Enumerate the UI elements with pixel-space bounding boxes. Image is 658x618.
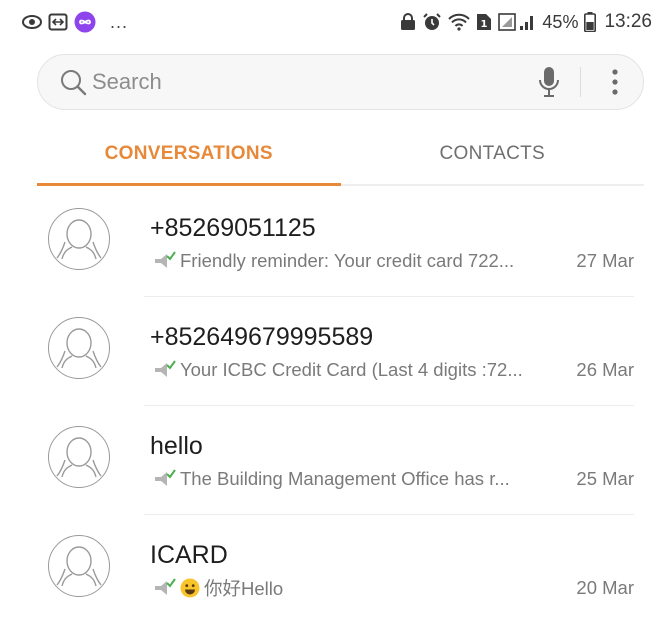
search-icon xyxy=(58,67,88,97)
conversation-date: 26 Mar xyxy=(576,359,634,380)
status-bar: ... 1 45% 13:26 xyxy=(0,0,658,44)
svg-text:1: 1 xyxy=(481,19,488,30)
avatar-placeholder-icon xyxy=(48,208,110,270)
avatar-placeholder-icon xyxy=(48,317,110,379)
clock: 13:26 xyxy=(604,11,652,32)
conversation-preview: 你好Hello xyxy=(204,578,284,599)
conversation-item[interactable]: ICARD 你好Hello 20 Mar xyxy=(0,515,658,618)
search-input[interactable] xyxy=(92,69,532,95)
conversation-preview: The Building Management Office has r... xyxy=(180,468,510,489)
conversation-item[interactable]: +85269051125 Friendly reminder: Your cre… xyxy=(0,188,658,297)
message-sent-icon xyxy=(152,468,176,490)
signal-icon xyxy=(498,13,536,31)
conversation-name: +852649679995589 xyxy=(150,323,374,351)
conversation-preview-row: Friendly reminder: Your credit card 722.… xyxy=(152,248,550,274)
avatar-placeholder-icon xyxy=(48,426,110,488)
conversation-preview: Your ICBC Credit Card (Last 4 digits :72… xyxy=(180,359,523,380)
tab-contacts[interactable]: CONTACTS xyxy=(341,124,645,184)
conversation-name: +85269051125 xyxy=(150,214,316,242)
lock-icon xyxy=(400,13,416,31)
status-left: ... xyxy=(22,11,128,33)
search-bar[interactable] xyxy=(37,54,644,110)
status-right: 1 45% 13:26 xyxy=(400,11,652,33)
message-sent-icon xyxy=(152,250,176,272)
screen-mirror-icon xyxy=(48,13,68,31)
mic-icon[interactable] xyxy=(532,65,566,99)
more-notifications-indicator: ... xyxy=(110,11,129,32)
conversation-date: 27 Mar xyxy=(576,250,634,271)
conversation-list: +85269051125 Friendly reminder: Your cre… xyxy=(0,188,658,618)
messages-screen: ... 1 45% 13:26 Search CONVERSATIONS CON… xyxy=(0,0,658,618)
sim-icon: 1 xyxy=(476,13,492,31)
conversation-name: ICARD xyxy=(150,541,228,569)
conversation-date: 25 Mar xyxy=(576,468,634,489)
conversation-preview-row: The Building Management Office has r... xyxy=(152,466,550,492)
battery-percent: 45% xyxy=(542,11,579,32)
conversation-item[interactable]: hello The Building Management Office has… xyxy=(0,406,658,515)
conversation-date: 20 Mar xyxy=(576,577,634,598)
eye-icon xyxy=(22,15,42,29)
conversation-item[interactable]: +852649679995589 Your ICBC Credit Card (… xyxy=(0,297,658,406)
battery-icon xyxy=(584,12,597,32)
more-vert-icon[interactable] xyxy=(605,65,625,99)
infinity-icon xyxy=(74,11,96,33)
search-divider xyxy=(580,67,581,97)
conversation-name: hello xyxy=(150,432,203,460)
tab-conversations[interactable]: CONVERSATIONS xyxy=(37,124,341,186)
conversation-preview-row: 你好Hello xyxy=(152,575,550,601)
wifi-icon xyxy=(448,13,471,31)
message-sent-icon xyxy=(152,577,176,599)
tab-bar: CONVERSATIONS CONTACTS xyxy=(37,124,644,186)
alarm-icon xyxy=(422,12,442,32)
conversation-preview: Friendly reminder: Your credit card 722.… xyxy=(180,250,515,271)
conversation-preview-row: Your ICBC Credit Card (Last 4 digits :72… xyxy=(152,357,550,383)
grinning-face-icon xyxy=(180,578,200,598)
avatar-placeholder-icon xyxy=(48,535,110,597)
message-sent-icon xyxy=(152,359,176,381)
